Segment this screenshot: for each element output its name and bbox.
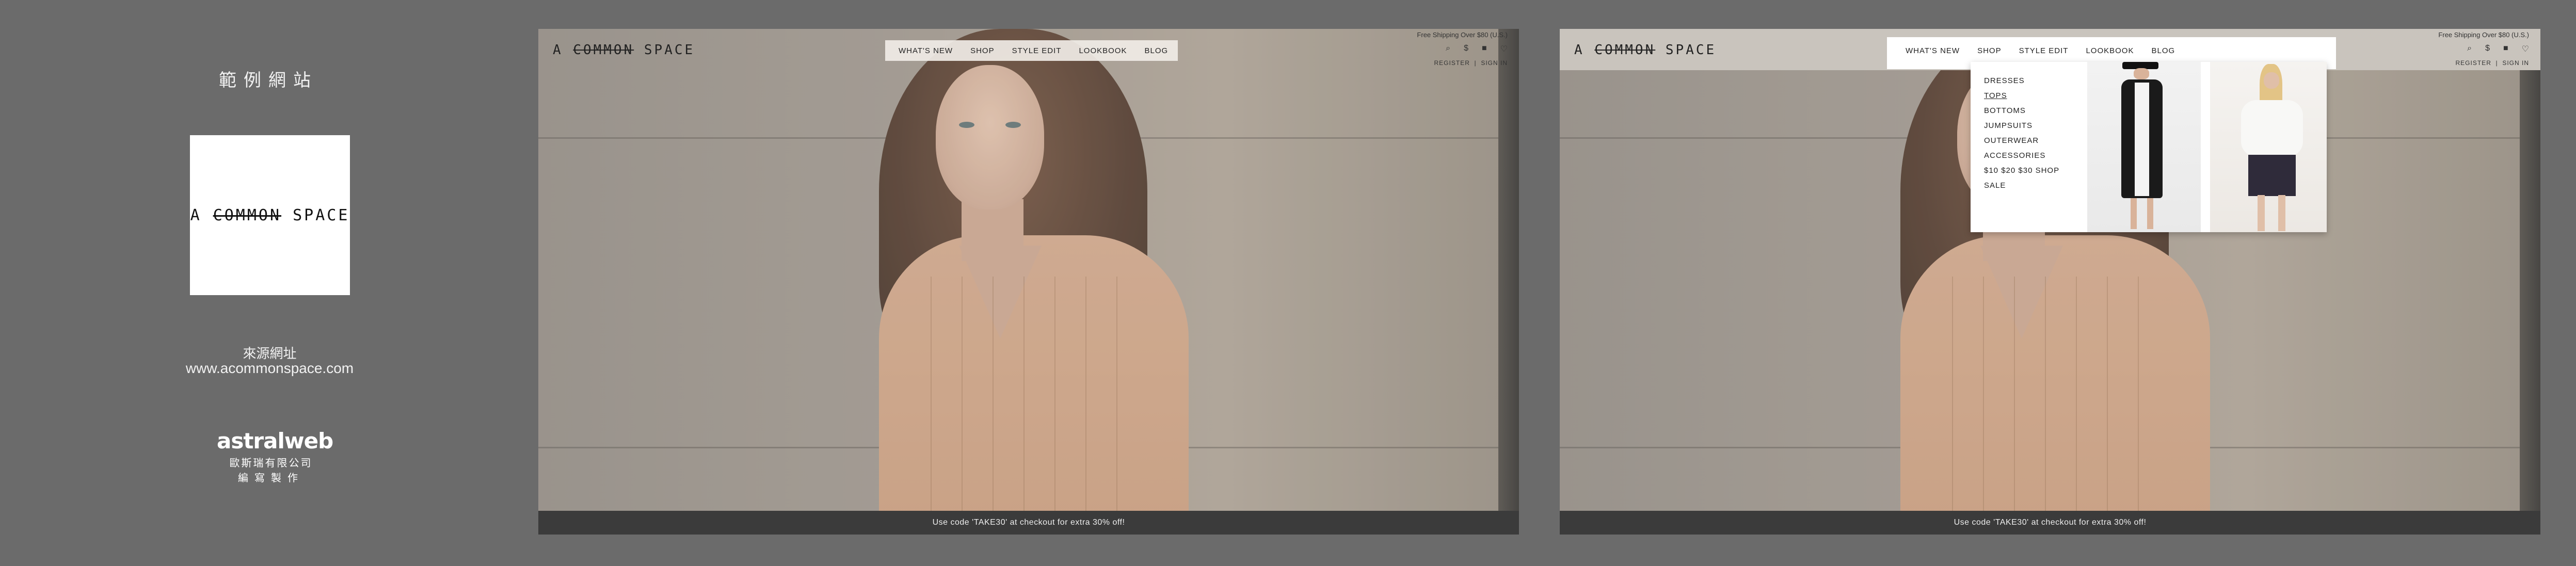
heart-icon[interactable]: ♡: [2522, 44, 2529, 54]
account-links: REGISTER | SIGN IN: [1417, 59, 1508, 67]
nav-shop[interactable]: SHOP: [970, 46, 995, 55]
site-logo-c: SPACE: [644, 42, 695, 58]
heart-icon[interactable]: ♡: [1500, 44, 1508, 54]
nav-lookbook[interactable]: LOOKBOOK: [1079, 46, 1127, 55]
bag-icon[interactable]: ■: [2503, 44, 2508, 54]
hero-overlay: [538, 29, 1519, 511]
brand-company: 歐斯瑞有限公司: [229, 458, 313, 469]
menu-item-jumpsuits[interactable]: JUMPSUITS: [1984, 118, 2059, 133]
utility-icons: ⌕ $ ■ ♡: [2438, 44, 2529, 54]
signin-link[interactable]: SIGN IN: [1481, 59, 1508, 67]
site-logo-a: A: [1574, 42, 1585, 58]
utility-bar: Free Shipping Over $80 (U.S.) ⌕ $ ■ ♡ RE…: [2438, 31, 2529, 67]
menu-item-bottoms[interactable]: BOTTOMS: [1984, 103, 2059, 118]
promo-bar: Use code 'TAKE30' at checkout for extra …: [538, 511, 1519, 535]
menu-promo-image-2[interactable]: [2210, 62, 2327, 232]
shop-mega-menu: DRESSES TOPS BOTTOMS JUMPSUITS OUTERWEAR…: [1971, 62, 2327, 232]
nav-style-edit[interactable]: STYLE EDIT: [1012, 46, 1062, 55]
separator: |: [2495, 59, 2498, 67]
search-icon[interactable]: ⌕: [2467, 44, 2472, 54]
register-link[interactable]: REGISTER: [2456, 59, 2491, 67]
menu-item-price-shop[interactable]: $10 $20 $30 SHOP: [1984, 163, 2059, 178]
menu-item-outerwear[interactable]: OUTERWEAR: [1984, 133, 2059, 148]
brand-block: astralweb 歐斯瑞有限公司 編寫製作: [217, 428, 333, 484]
menu-item-dresses[interactable]: DRESSES: [1984, 73, 2059, 88]
model-leg: [2258, 195, 2265, 231]
menu-item-tops[interactable]: TOPS: [1984, 88, 2059, 103]
currency-icon[interactable]: $: [1464, 44, 1468, 54]
register-link[interactable]: REGISTER: [1434, 59, 1470, 67]
site-logo[interactable]: A COMMON SPACE: [1574, 42, 1716, 58]
brand-name: astralweb: [217, 428, 333, 454]
menu-promo-image-1[interactable]: [2087, 62, 2201, 232]
nav-blog[interactable]: BLOG: [2151, 46, 2175, 55]
nav-shop[interactable]: SHOP: [1977, 46, 2002, 55]
model-head: [2134, 68, 2149, 79]
nav-whats-new[interactable]: WHAT'S NEW: [1906, 46, 1960, 55]
logo-part-a: A: [190, 206, 202, 224]
nav-whats-new[interactable]: WHAT'S NEW: [899, 46, 953, 55]
model-skirt: [2248, 155, 2296, 196]
logo-card: A COMMON SPACE: [190, 135, 350, 295]
site-logo-b: COMMON: [573, 42, 634, 58]
model-head: [2264, 72, 2279, 89]
dress-lace-panel: [2135, 83, 2149, 196]
main-nav: WHAT'S NEW SHOP STYLE EDIT LOOKBOOK BLOG: [1895, 40, 2185, 61]
panel-logo: A COMMON SPACE: [190, 206, 350, 224]
source-url[interactable]: www.acommonspace.com: [170, 360, 369, 377]
site-logo-b: COMMON: [1594, 42, 1656, 58]
site-logo[interactable]: A COMMON SPACE: [553, 42, 695, 58]
panel-title: 範例網站: [219, 71, 318, 90]
logo-part-c: SPACE: [293, 206, 350, 224]
nav-style-edit[interactable]: STYLE EDIT: [2019, 46, 2069, 55]
shipping-note: Free Shipping Over $80 (U.S.): [1417, 31, 1508, 39]
shipping-note: Free Shipping Over $80 (U.S.): [2438, 31, 2529, 39]
logo-part-b: COMMON: [213, 206, 282, 224]
model-leg: [2147, 198, 2153, 229]
promo-bar: Use code 'TAKE30' at checkout for extra …: [1560, 511, 2540, 535]
menu-item-accessories[interactable]: ACCESSORIES: [1984, 148, 2059, 163]
bag-icon[interactable]: ■: [1482, 44, 1487, 54]
screenshot-home: A COMMON SPACE WHAT'S NEW SHOP STYLE EDI…: [538, 29, 1519, 535]
model-top: [2241, 100, 2303, 157]
nav-lookbook[interactable]: LOOKBOOK: [2086, 46, 2134, 55]
signin-link[interactable]: SIGN IN: [2502, 59, 2529, 67]
source-label: 來源網址: [243, 346, 297, 361]
main-nav: WHAT'S NEW SHOP STYLE EDIT LOOKBOOK BLOG: [885, 40, 1178, 61]
utility-bar: Free Shipping Over $80 (U.S.) ⌕ $ ■ ♡ RE…: [1417, 31, 1508, 67]
hero-image: [538, 29, 1519, 524]
site-logo-a: A: [553, 42, 563, 58]
currency-icon[interactable]: $: [2485, 44, 2490, 54]
nav-blog[interactable]: BLOG: [1144, 46, 1168, 55]
model-leg: [2278, 195, 2285, 231]
utility-icons: ⌕ $ ■ ♡: [1417, 44, 1508, 54]
shop-category-list: DRESSES TOPS BOTTOMS JUMPSUITS OUTERWEAR…: [1984, 73, 2059, 193]
brand-made: 編寫製作: [238, 473, 304, 484]
separator: |: [1474, 59, 1477, 67]
account-links: REGISTER | SIGN IN: [2438, 59, 2529, 67]
model-leg: [2131, 198, 2137, 229]
screenshot-shop-menu: A COMMON SPACE WHAT'S NEW SHOP STYLE EDI…: [1560, 29, 2540, 535]
site-logo-c: SPACE: [1665, 42, 1717, 58]
search-icon[interactable]: ⌕: [1446, 44, 1450, 54]
menu-item-sale[interactable]: SALE: [1984, 178, 2059, 193]
